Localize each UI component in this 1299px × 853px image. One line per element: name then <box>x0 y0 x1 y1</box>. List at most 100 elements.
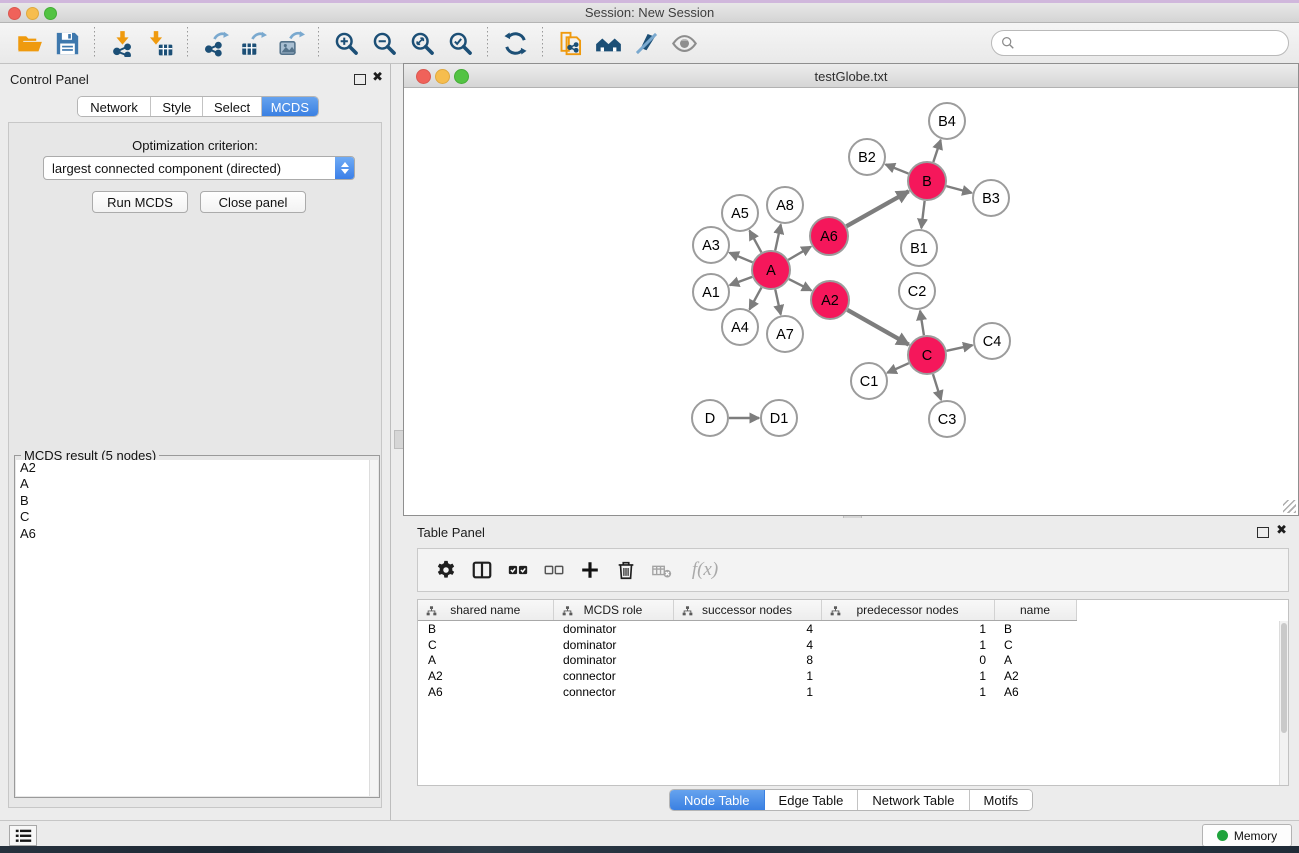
control-panel-title: Control Panel <box>10 72 89 87</box>
close-panel-icon[interactable]: ✖ <box>372 69 383 85</box>
zoom-fit-icon <box>409 30 436 57</box>
export-table-button[interactable] <box>236 26 270 60</box>
graph-node-label: A7 <box>776 327 794 343</box>
graph-edge-A-A2[interactable] <box>789 279 811 290</box>
function-builder-button[interactable]: f(x) <box>683 555 727 585</box>
column-header-shared-name[interactable]: shared name <box>418 600 553 621</box>
table-row[interactable]: Bdominator41B <box>418 621 1288 637</box>
float-panel-icon[interactable] <box>354 74 366 85</box>
refresh-icon <box>502 30 529 57</box>
close-panel-button[interactable]: Close panel <box>200 191 306 213</box>
criterion-value: largest connected component (directed) <box>44 161 335 176</box>
tab-mcds[interactable]: MCDS <box>262 97 318 116</box>
graph-edge-A-A8[interactable] <box>775 225 781 251</box>
apply-layout-button[interactable] <box>498 26 532 60</box>
select-all-button[interactable] <box>503 555 533 585</box>
trash-icon <box>615 559 637 581</box>
hierarchy-icon <box>830 605 841 619</box>
tab-network-table[interactable]: Network Table <box>858 790 969 810</box>
tab-node-table[interactable]: Node Table <box>670 790 765 810</box>
graph-edge-A-A1[interactable] <box>730 277 752 285</box>
mcds-result-item[interactable]: C <box>16 509 370 525</box>
graph-edge-A-A6[interactable] <box>788 247 811 260</box>
graph-edge-A2-C[interactable] <box>847 310 908 345</box>
mcds-result-item[interactable]: A6 <box>16 526 370 542</box>
search-input[interactable] <box>1020 35 1288 52</box>
graph-edge-C-C1[interactable] <box>887 363 908 373</box>
unchecked-boxes-icon <box>543 559 565 581</box>
open-file-button[interactable] <box>12 26 46 60</box>
delete-column-button[interactable] <box>611 555 641 585</box>
mcds-result-item[interactable]: A <box>16 476 370 492</box>
graph-edge-B-B2[interactable] <box>886 164 909 173</box>
network-canvas[interactable]: B4B2BB3A5A8A6A3B1AA1C2A2A4A7C4CC1C3DD1 <box>404 88 1298 514</box>
unselect-all-button[interactable] <box>539 555 569 585</box>
export-network-button[interactable] <box>198 26 232 60</box>
export-table-icon <box>240 30 267 57</box>
table-options-button[interactable] <box>431 555 461 585</box>
column-header-predecessor-nodes[interactable]: predecessor nodes <box>821 600 994 621</box>
create-column-button[interactable] <box>575 555 605 585</box>
tab-motifs[interactable]: Motifs <box>970 790 1033 810</box>
criterion-dropdown[interactable]: largest connected component (directed) <box>43 156 355 180</box>
column-header-successor-nodes[interactable]: successor nodes <box>673 600 821 621</box>
close-table-panel-icon[interactable]: ✖ <box>1276 522 1287 538</box>
graph-edge-A6-B[interactable] <box>846 191 908 226</box>
table-row[interactable]: A6connector11A6 <box>418 684 1288 700</box>
memory-button[interactable]: Memory <box>1202 824 1292 847</box>
toolbar-separator <box>487 27 488 59</box>
column-header-mcds-role[interactable]: MCDS role <box>553 600 673 621</box>
graph-edge-B-B1[interactable] <box>921 201 924 228</box>
graph-edge-C-C3[interactable] <box>933 374 941 400</box>
run-mcds-button[interactable]: Run MCDS <box>92 191 188 213</box>
show-column-button[interactable] <box>467 555 497 585</box>
tab-network[interactable]: Network <box>78 97 151 116</box>
graph-edge-A-A5[interactable] <box>750 231 762 253</box>
table-row[interactable]: Cdominator41C <box>418 637 1288 653</box>
hierarchy-icon <box>682 605 693 619</box>
window-resize-grip-icon[interactable] <box>1283 500 1296 513</box>
zoom-fit-button[interactable] <box>405 26 439 60</box>
cybrowser-home-button[interactable] <box>591 26 625 60</box>
mcds-result-item[interactable]: A2 <box>16 460 370 476</box>
delete-table-button[interactable] <box>647 555 677 585</box>
graph-edge-B-B4[interactable] <box>933 140 940 162</box>
graph-edge-B-B3[interactable] <box>946 186 971 193</box>
column-header-name[interactable]: name <box>994 600 1076 621</box>
graph-edge-A-A7[interactable] <box>775 290 780 315</box>
table-row[interactable]: Adominator80A <box>418 653 1288 669</box>
graph-node-label: D1 <box>770 411 789 427</box>
export-image-button[interactable] <box>274 26 308 60</box>
table-row[interactable]: A2connector11A2 <box>418 668 1288 684</box>
show-graphics-details-button[interactable] <box>667 26 701 60</box>
graph-node-label: C1 <box>860 374 879 390</box>
graph-edge-C-C2[interactable] <box>920 311 924 335</box>
import-network-button[interactable] <box>105 26 139 60</box>
tab-select[interactable]: Select <box>203 97 261 116</box>
zoom-out-button[interactable] <box>367 26 401 60</box>
table-scrollbar-thumb[interactable] <box>1281 623 1287 733</box>
table-scrollbar[interactable] <box>1279 621 1288 785</box>
node-table: shared name MCDS role successor nodes pr… <box>418 600 1288 700</box>
tab-style[interactable]: Style <box>151 97 203 116</box>
new-session-button[interactable] <box>553 26 587 60</box>
graph-edge-C-C4[interactable] <box>947 345 973 351</box>
table-toolbar: f(x) <box>417 548 1289 592</box>
graph-node-label: A5 <box>731 206 749 222</box>
graph-edge-A-A3[interactable] <box>729 253 752 263</box>
task-history-button[interactable] <box>9 825 37 846</box>
mcds-result-item[interactable]: B <box>16 493 370 509</box>
mcds-result-scrollbar[interactable] <box>369 460 378 796</box>
network-view-window: testGlobe.txt B4B2BB3A5A8A6A3B1AA1C2A2A4… <box>403 63 1299 516</box>
application-window: Session: New Session <box>0 0 1299 853</box>
import-table-button[interactable] <box>143 26 177 60</box>
slashed-pen-icon <box>633 30 660 57</box>
search-box <box>991 30 1289 56</box>
hide-annotations-button[interactable] <box>629 26 663 60</box>
save-session-button[interactable] <box>50 26 84 60</box>
zoom-in-button[interactable] <box>329 26 363 60</box>
float-table-panel-icon[interactable] <box>1257 527 1269 538</box>
tab-edge-table[interactable]: Edge Table <box>765 790 859 810</box>
graph-edge-A-A4[interactable] <box>750 288 762 310</box>
zoom-selected-button[interactable] <box>443 26 477 60</box>
